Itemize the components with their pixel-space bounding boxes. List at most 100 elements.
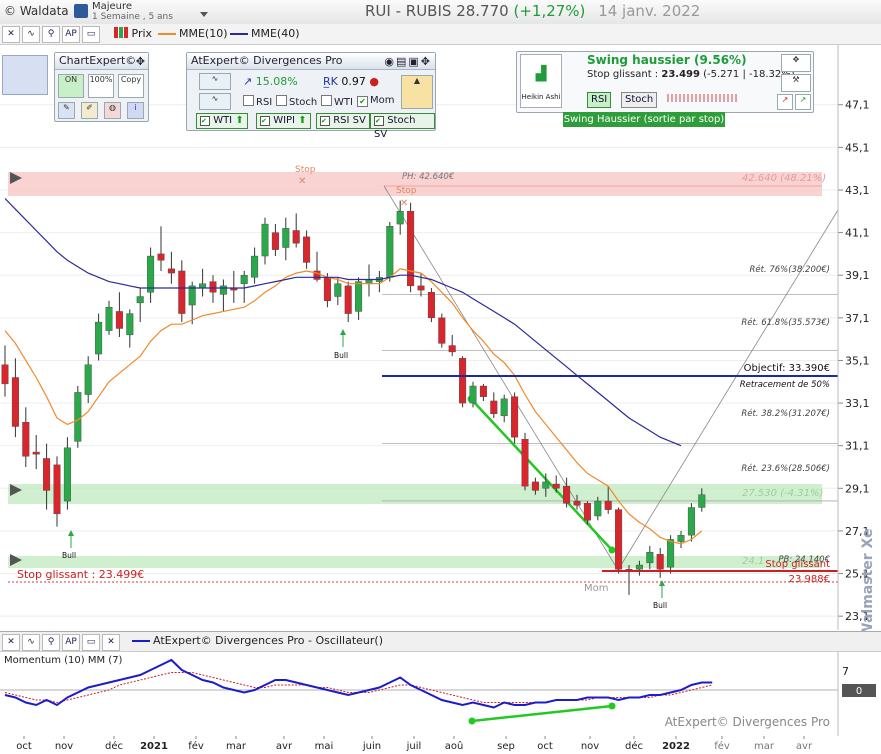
candle-body: [157, 253, 165, 261]
atexpert-value: R̲K 0.97 ●: [323, 75, 379, 88]
candle-body: [635, 564, 643, 570]
oscillator-legend[interactable]: AtExpert© Divergences Pro - Oscillateur(…: [132, 634, 383, 647]
atexpert-title: AtExpert© Divergences Pro ◉▤▣✥: [187, 53, 435, 70]
x-tick-label: sep: [497, 741, 515, 752]
legend-mme10[interactable]: MME(10): [158, 27, 228, 40]
osc-div-end-dot: [608, 702, 616, 710]
wti-button[interactable]: ✔ WTI ⬆: [196, 113, 248, 129]
x-tick-label: avr: [276, 741, 293, 752]
swing-meter: [667, 94, 739, 102]
momentum-chart[interactable]: Momentum (10) MM (7) 7 0 AtExpert© Diver…: [0, 651, 881, 736]
candle-body: [500, 398, 508, 417]
x-tick-label: aoû: [445, 740, 464, 752]
chartexpert-100-button[interactable]: 100%: [88, 74, 114, 98]
wti-checkbox[interactable]: WTI: [321, 95, 353, 108]
atexpert-wave-1[interactable]: ∿: [199, 73, 231, 90]
bell-icon[interactable]: ▲: [401, 75, 433, 109]
stoch-sv-button[interactable]: ✔ Stoch SV: [370, 113, 435, 140]
arrow-cursor-icon[interactable]: [2, 55, 48, 95]
candle-body: [147, 255, 155, 293]
x-tick-label: 2021: [140, 741, 168, 752]
tool-icon-2[interactable]: ✐: [81, 102, 98, 119]
chartexpert-copy-button[interactable]: Copy: [118, 74, 144, 98]
candle-body: [251, 255, 259, 278]
candle-body: [469, 385, 477, 404]
svg-text:Bull: Bull: [334, 351, 348, 360]
objectif-label: Objectif: 33.390€: [744, 363, 830, 374]
window-icon[interactable]: ▭: [82, 26, 100, 43]
low-zone: [8, 556, 822, 568]
ticker-name: RUI - RUBIS: [365, 2, 452, 20]
ap-icon[interactable]: AP: [62, 26, 80, 43]
candle-body: [563, 485, 571, 504]
rk-icon: R̲K: [323, 75, 338, 88]
tool-icon-3[interactable]: ◍: [104, 102, 121, 119]
tools-icon-2[interactable]: ⚒: [781, 74, 811, 92]
move-icon[interactable]: ✥: [136, 54, 145, 70]
candle-body: [178, 270, 186, 314]
osc-axis-value: 7: [842, 665, 849, 678]
stop-glissant-left-label: Stop glissant : 23.499€: [17, 568, 144, 581]
legend-mme10-line: [158, 33, 176, 35]
wipi-button[interactable]: ✔ WIPI ⬆: [256, 113, 311, 129]
chartexpert-title: ChartExpert© ✥: [55, 53, 148, 70]
stop-x-icon-2: ✕: [400, 198, 408, 209]
swing-chart-icon[interactable]: ↗: [777, 94, 793, 110]
chartexpert-on-button[interactable]: ON: [58, 74, 84, 98]
book-icon[interactable]: [74, 4, 88, 18]
heikin-ashi-icon[interactable]: ▟ Heikin Ashi: [520, 54, 562, 108]
mom-checkbox[interactable]: ✔ Mom: [357, 95, 395, 107]
rsi-sv-button[interactable]: ✔ RSI SV: [316, 113, 370, 129]
candle-body: [604, 500, 612, 510]
osc-tools-icon[interactable]: ✕: [2, 634, 20, 651]
divergence-end-dot: [608, 546, 616, 554]
candle-body: [22, 422, 30, 457]
candle-body: [646, 552, 654, 564]
candle-body: [438, 317, 446, 344]
osc-close-icon[interactable]: ✕: [102, 634, 120, 651]
move-icon-2[interactable]: ✥: [781, 54, 811, 72]
y-tick-label: 45,1: [845, 141, 870, 154]
zoom-icon[interactable]: ⚲: [42, 26, 60, 43]
atexpert-wave-2[interactable]: ∿: [199, 93, 231, 110]
ticker-change: (+1,27%): [513, 2, 586, 20]
osc-wave-icon[interactable]: ∿: [22, 634, 40, 651]
candle-body: [1, 364, 9, 385]
legend-price[interactable]: Prix: [114, 27, 152, 40]
chevron-down-icon: [200, 12, 208, 17]
swing-rsi-button[interactable]: RSI: [587, 92, 612, 108]
osc-zoom-icon[interactable]: ⚲: [42, 634, 60, 651]
legend-mme40[interactable]: MME(40): [230, 27, 300, 40]
legend-mme10-label: MME(10): [179, 27, 228, 40]
osc-ap-icon[interactable]: AP: [62, 634, 80, 651]
swing-chart-icon-2[interactable]: ↗: [795, 94, 811, 110]
candle-body: [136, 296, 144, 304]
window-controls-icon[interactable]: ◉▤▣✥: [384, 54, 432, 70]
candle-body: [188, 285, 196, 306]
period-selector[interactable]: Majeure 1 Semaine , 5 ans: [92, 2, 210, 22]
stoch-checkbox[interactable]: Stoch: [276, 95, 317, 108]
chartexpert-panel: ChartExpert© ✥ ON 100% Copy ✎ ✐ ◍ i: [54, 52, 149, 122]
info-icon[interactable]: i: [127, 102, 144, 119]
wave-icon[interactable]: ∿: [22, 26, 40, 43]
candle-body: [552, 483, 560, 489]
candle-body: [209, 281, 217, 293]
x-tick-label: oct: [16, 741, 32, 752]
y-tick-label: 41,1: [845, 227, 870, 240]
candle-body: [656, 554, 664, 570]
candle-body: [511, 396, 519, 438]
oscillator-title: AtExpert© Divergences Pro - Oscillateur(…: [153, 634, 384, 647]
atexpert-panel: AtExpert© Divergences Pro ◉▤▣✥ ∿ ∿ ↗ 15.0…: [186, 52, 436, 140]
candle-body: [417, 285, 425, 291]
tools-icon[interactable]: ✕: [2, 26, 20, 43]
rsi-checkbox[interactable]: RSI: [243, 95, 272, 108]
price-chart[interactable]: 47,1 45,1 43,1 41,1 39,1 37,1 35,1 33,1 31,1 29,1…: [0, 45, 881, 630]
x-tick-label: oct: [537, 741, 553, 752]
swing-stoch-button[interactable]: Stoch: [621, 92, 658, 108]
tool-icon-1[interactable]: ✎: [58, 102, 75, 119]
arrow-up-icon-2: ⬆: [298, 115, 307, 126]
stop-top-label: Stop: [295, 165, 316, 175]
candle-body: [126, 313, 134, 336]
x-tick-label: nov: [55, 741, 73, 752]
osc-window-icon[interactable]: ▭: [82, 634, 100, 651]
